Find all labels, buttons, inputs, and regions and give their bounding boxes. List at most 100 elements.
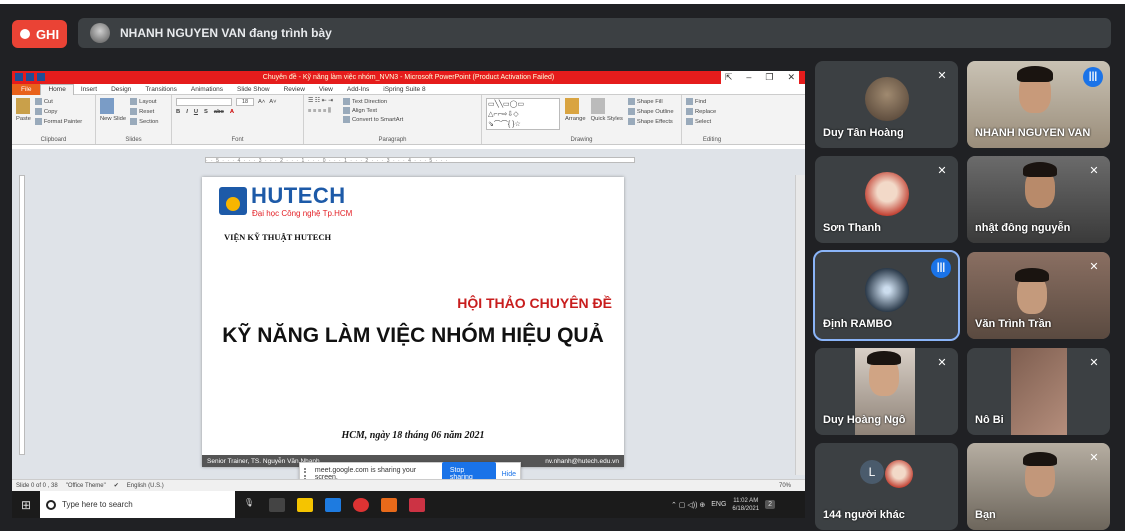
section-label: Section [139, 119, 159, 126]
language[interactable]: English (U.S.) [127, 483, 164, 489]
copy-button[interactable]: Copy [34, 108, 82, 115]
participant-tile[interactable]: ✕ Nô Bi [967, 348, 1110, 435]
tab-review[interactable]: Review [277, 84, 312, 95]
tray-icons[interactable]: ⌃ ▢ ◁)) ⊕ [671, 501, 705, 509]
taskbar-clock[interactable]: 11:02 AM 6/18/2021 [732, 497, 759, 513]
tab-animations[interactable]: Animations [184, 84, 230, 95]
participant-tile[interactable]: ✕ nhật đông nguyễn [967, 156, 1110, 243]
font-color-icon[interactable]: A [230, 109, 234, 115]
underline-icon[interactable]: U [194, 109, 198, 115]
shape-outline-button[interactable]: Shape Outline [627, 108, 674, 115]
window-controls: ⇱ – ❐ ✕ [720, 71, 799, 84]
strike-icon[interactable]: abc [214, 109, 224, 115]
grow-font-icon[interactable]: A˄ [258, 99, 265, 105]
undo-icon[interactable] [37, 73, 45, 81]
task-view-icon[interactable] [269, 497, 285, 512]
participant-name: Duy Hoàng Ngô [823, 414, 906, 426]
taskbar-search[interactable]: Type here to search [40, 491, 235, 518]
spellcheck-icon[interactable]: ✔ [114, 482, 119, 489]
shapes-gallery[interactable]: ▭╲╲▭◯▭ △⌐⌐⇨⇩◇ ⇘⌒⌒{ }☆ [486, 98, 560, 130]
tab-file[interactable]: File [12, 83, 41, 95]
select-button[interactable]: Select [686, 118, 738, 125]
bold-icon[interactable]: B [176, 109, 180, 115]
vertical-scrollbar[interactable] [795, 175, 805, 475]
edge-icon[interactable] [325, 497, 341, 512]
participant-tile[interactable]: ||| Định RAMBO [813, 250, 960, 341]
tab-transitions[interactable]: Transitions [138, 84, 184, 95]
tab-add-ins[interactable]: Add-Ins [340, 84, 376, 95]
format-painter-button[interactable]: Format Painter [34, 118, 83, 126]
layout-button[interactable]: Layout [130, 98, 158, 105]
tab-design[interactable]: Design [104, 84, 138, 95]
chrome-icon[interactable] [353, 497, 369, 512]
tab-home[interactable]: Home [40, 83, 74, 95]
italic-icon[interactable]: I [186, 109, 188, 115]
find-button[interactable]: Find [686, 98, 738, 105]
quick-access-toolbar[interactable] [15, 73, 45, 81]
slides-group-label: Slides [125, 137, 142, 143]
speaking-icon: ||| [1083, 67, 1103, 87]
align-icons[interactable]: ≡ ≡ ≡ ≡ ⫼ [308, 108, 333, 115]
windows-start-icon[interactable]: ⊞ [12, 491, 40, 518]
file-explorer-icon[interactable] [297, 497, 313, 512]
shape-effects-button[interactable]: Shape Effects [627, 118, 674, 125]
save-icon[interactable] [26, 73, 34, 81]
tab-slide-show[interactable]: Slide Show [230, 84, 277, 95]
restore-icon[interactable]: ❐ [765, 72, 773, 83]
participant-avatar [864, 77, 909, 121]
self-tile[interactable]: ✕ Bạn [967, 443, 1110, 530]
shared-screen: Chuyên đề - Kỹ năng làm việc nhóm_NVN3 -… [12, 71, 805, 518]
paste-button[interactable]: Paste [16, 98, 31, 125]
ppt-title-bar: Chuyên đề - Kỹ năng làm việc nhóm_NVN3 -… [12, 71, 805, 84]
quick-styles-button[interactable]: Quick Styles [590, 98, 623, 130]
shape-fill-button[interactable]: Shape Fill [627, 98, 674, 105]
font-size-field[interactable]: 18 [236, 98, 254, 106]
shrink-font-icon[interactable]: A˅ [269, 99, 276, 105]
notification-badge[interactable]: 2 [765, 500, 775, 509]
participant-tile[interactable]: ✕ Văn Trình Trần [967, 252, 1110, 339]
arrange-button[interactable]: Arrange [565, 98, 586, 130]
ppt-window-title: Chuyên đề - Kỹ năng làm việc nhóm_NVN3 -… [262, 74, 555, 81]
participant-name: NHANH NGUYEN VAN [975, 127, 1091, 139]
tab-ispring[interactable]: iSpring Suite 8 [376, 84, 432, 95]
participant-tile[interactable]: L 144 người khác [815, 443, 958, 530]
record-button[interactable]: GHI [12, 20, 67, 48]
tab-view[interactable]: View [312, 84, 340, 95]
reset-button[interactable]: Reset [130, 108, 158, 115]
minimize-icon[interactable]: – [746, 72, 751, 82]
replace-icon [686, 108, 693, 116]
theme-name: "Office Theme" [65, 482, 106, 489]
slide-canvas[interactable]: HUTECH Đại học Công nghệ Tp.HCM VIỆN KỸ … [202, 177, 624, 467]
section-button[interactable]: Section [130, 118, 158, 125]
cut-button[interactable]: Cut [34, 98, 82, 105]
participant-tile[interactable]: ✕ Sơn Thanh [815, 156, 958, 243]
new-slide-button[interactable]: New Slide [100, 98, 126, 125]
text-direction-button[interactable]: Text Direction [342, 98, 403, 105]
bullets-icon[interactable]: ☰ ☷ ⇤ ⇥ [308, 98, 333, 104]
hide-banner-button[interactable]: Hide [502, 471, 516, 478]
powerpoint-taskbar-icon[interactable] [381, 497, 397, 512]
font-name-field[interactable] [176, 98, 232, 106]
format-painter-label: Format Painter [43, 119, 83, 126]
format-painter-icon [34, 118, 42, 126]
zoom-level[interactable]: 70% [779, 483, 791, 489]
smartart-button[interactable]: Convert to SmartArt [342, 116, 404, 124]
mic-off-icon: ✕ [937, 357, 947, 369]
smartart-label: Convert to SmartArt [351, 117, 404, 124]
mic-off-icon: ✕ [1089, 452, 1099, 464]
ppt-alt-icon[interactable] [409, 497, 425, 512]
language-indicator[interactable]: ENG [711, 501, 726, 508]
participant-tile[interactable]: ✕ Duy Hoàng Ngô [815, 348, 958, 435]
shadow-icon[interactable]: S [204, 109, 208, 115]
participant-tile[interactable]: ||| NHANH NGUYEN VAN [967, 61, 1110, 148]
slide-logo-text: HUTECH [251, 183, 346, 208]
slide-footer-right: nv.nhanh@hutech.edu.vn [545, 457, 619, 465]
slide-seminar: HỘI THẢO CHUYÊN ĐỀ [457, 295, 612, 311]
windows-taskbar: ⊞ Type here to search 🎙 ⌃ ▢ ◁)) ⊕ ENG 11… [12, 491, 805, 518]
align-text-button[interactable]: Align Text [342, 107, 403, 114]
mic-icon[interactable]: 🎙 [241, 498, 257, 512]
close-icon[interactable]: ✕ [787, 72, 795, 83]
participant-tile[interactable]: ✕ Duy Tân Hoàng [815, 61, 958, 148]
replace-button[interactable]: Replace [686, 108, 738, 115]
tab-insert[interactable]: Insert [74, 84, 104, 95]
